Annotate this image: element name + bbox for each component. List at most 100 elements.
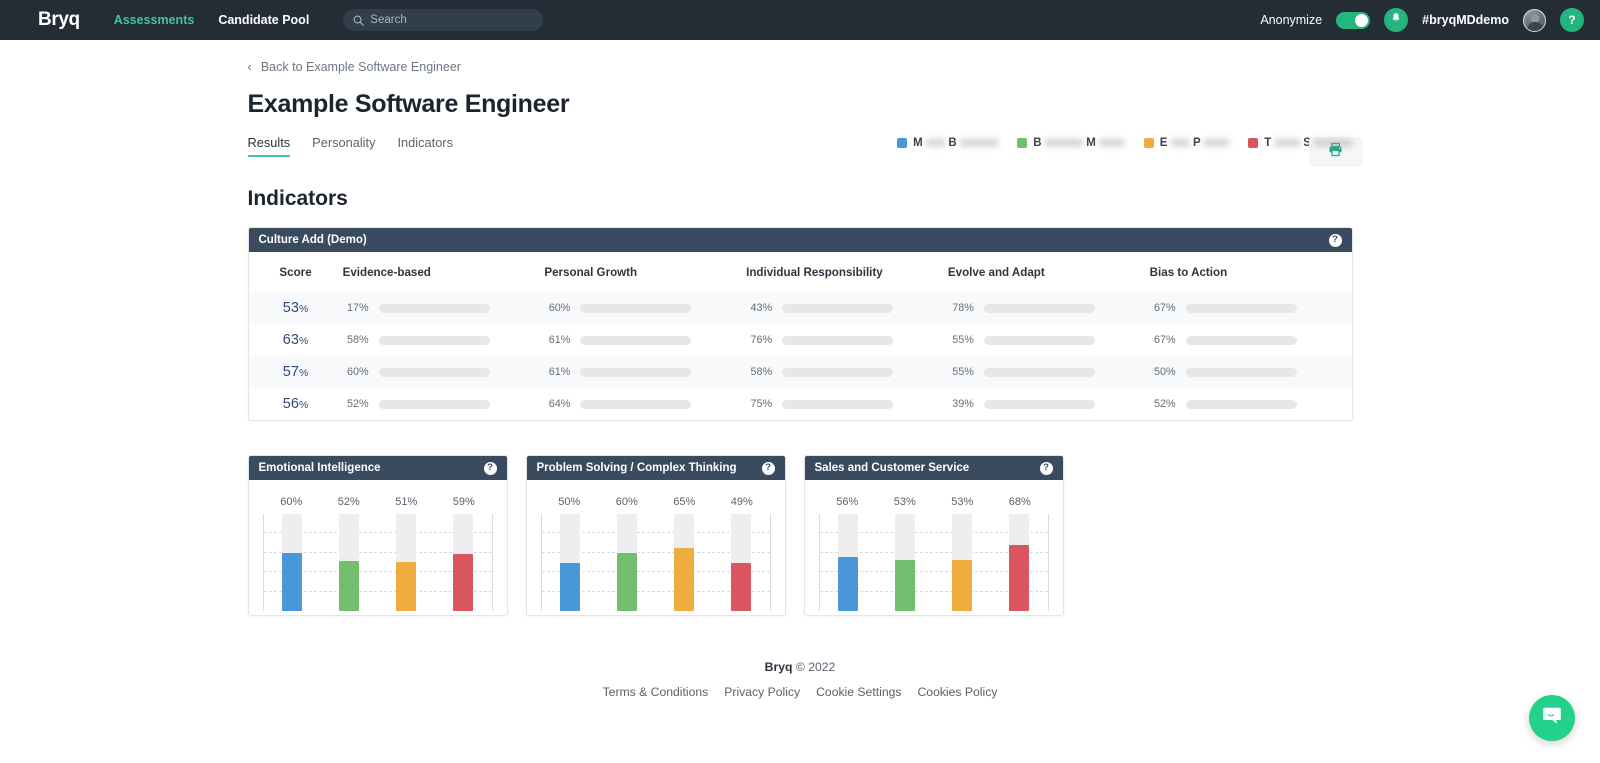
metric-cell: 58% (746, 356, 948, 388)
metric-value: 58% (746, 366, 772, 378)
question-mark-icon[interactable]: ? (484, 462, 497, 475)
tab-results[interactable]: Results (248, 135, 291, 157)
col-evolve-and-adapt: Evolve and Adapt (948, 252, 1150, 292)
metric-cell: 50% (1150, 356, 1352, 388)
progress-bar-track (379, 368, 490, 377)
bar-column (321, 514, 378, 611)
app-logo[interactable]: Bryq (38, 9, 80, 31)
metric: 78% (948, 302, 1150, 314)
metric-cell: 67% (1150, 324, 1352, 356)
question-mark-icon[interactable]: ? (762, 462, 775, 475)
metric-value: 17% (343, 302, 369, 314)
question-mark-icon[interactable]: ? (1329, 234, 1342, 247)
bar-value-label: 56% (819, 496, 877, 508)
top-navigation-bar: Bryq Assessments Candidate Pool Search A… (0, 0, 1600, 40)
metric-value: 55% (948, 334, 974, 346)
bar-plot-area (819, 514, 1049, 611)
search-icon (353, 15, 364, 26)
progress-bar-track (580, 336, 691, 345)
metric-value: 64% (544, 398, 570, 410)
footer-link-cookie-settings[interactable]: Cookie Settings (816, 685, 901, 699)
footer-link-cookies-policy[interactable]: Cookies Policy (917, 685, 997, 699)
nav-link-candidate-pool[interactable]: Candidate Pool (218, 13, 309, 27)
metric: 43% (746, 302, 948, 314)
footer-link-privacy[interactable]: Privacy Policy (724, 685, 800, 699)
metric-cell: 60% (544, 292, 746, 324)
metric-cell: 78% (948, 292, 1150, 324)
avatar[interactable] (1523, 9, 1546, 32)
culture-add-card-title: Culture Add (Demo) (259, 234, 367, 246)
legend-swatch (897, 138, 907, 148)
bar-value-label: 65% (656, 496, 714, 508)
score-cell: 53% (249, 292, 343, 324)
bar (674, 548, 694, 611)
tabs-and-legend-row: Results Personality Indicators M xxx B x… (248, 135, 1353, 157)
metric: 61% (544, 366, 746, 378)
metric-value: 55% (948, 366, 974, 378)
col-bias-to-action: Bias to Action (1150, 252, 1352, 292)
bar-column (264, 514, 321, 611)
progress-bar-track (379, 304, 490, 313)
bar-column (542, 514, 599, 611)
legend-item: T xxxx S xxxxxx (1248, 137, 1352, 149)
legend-swatch (1248, 138, 1258, 148)
chart-card-header: Problem Solving / Complex Thinking? (527, 456, 785, 480)
help-button[interactable]: ? (1560, 8, 1584, 32)
bar (396, 562, 416, 611)
chart-body: 60%52%51%59% (249, 480, 507, 615)
metric-value: 52% (1150, 398, 1176, 410)
page-footer: Bryq © 2022 Terms & Conditions Privacy P… (248, 660, 1353, 699)
chart-body: 56%53%53%68% (805, 480, 1063, 615)
bar-value-label: 49% (713, 496, 771, 508)
metric-cell: 55% (948, 356, 1150, 388)
progress-bar-track (984, 304, 1095, 313)
metric: 58% (343, 334, 545, 346)
search-placeholder: Search (370, 14, 406, 26)
progress-bar-track (379, 336, 490, 345)
progress-bar-track (782, 336, 893, 345)
bar-value-label: 51% (378, 496, 436, 508)
tab-personality[interactable]: Personality (312, 135, 375, 157)
progress-bar-track (1186, 368, 1297, 377)
metric-cell: 67% (1150, 292, 1352, 324)
progress-bar-track (1186, 336, 1297, 345)
question-mark-icon[interactable]: ? (1040, 462, 1053, 475)
search-input[interactable]: Search (343, 9, 543, 31)
chat-widget-button[interactable] (1529, 695, 1575, 741)
anonymize-toggle[interactable] (1336, 12, 1370, 29)
metric-cell: 75% (746, 388, 948, 420)
col-individual-responsibility: Individual Responsibility (746, 252, 948, 292)
bar (838, 557, 858, 611)
progress-bar-track (1186, 304, 1297, 313)
metric-cell: 60% (343, 356, 545, 388)
content-wrapper: ‹ Back to Example Software Engineer Exam… (248, 59, 1353, 699)
footer-brand: Bryq (765, 660, 793, 674)
bar-value-label: 52% (320, 496, 378, 508)
metric-cell: 61% (544, 324, 746, 356)
bar-value-label: 68% (991, 496, 1049, 508)
account-handle[interactable]: #bryqMDdemo (1422, 13, 1509, 27)
progress-bar-track (1186, 400, 1297, 409)
notifications-button[interactable] (1384, 8, 1408, 32)
breadcrumb[interactable]: ‹ Back to Example Software Engineer (248, 59, 1353, 74)
bar-labels: 50%60%65%49% (541, 496, 771, 508)
bar-column (713, 514, 770, 611)
metric-cell: 55% (948, 324, 1150, 356)
bar-column (435, 514, 492, 611)
metric: 50% (1150, 366, 1352, 378)
metric-value: 39% (948, 398, 974, 410)
nav-link-assessments[interactable]: Assessments (114, 13, 195, 27)
chart-card-title: Sales and Customer Service (815, 462, 970, 474)
tab-indicators[interactable]: Indicators (397, 135, 452, 157)
progress-bar-track (580, 400, 691, 409)
bar-plot-area (541, 514, 771, 611)
progress-bar-track (782, 304, 893, 313)
progress-bar-track (782, 400, 893, 409)
chart-card-header: Sales and Customer Service? (805, 456, 1063, 480)
metric: 60% (343, 366, 545, 378)
footer-link-terms[interactable]: Terms & Conditions (603, 685, 709, 699)
metric-value: 61% (544, 334, 570, 346)
progress-bar-track (580, 368, 691, 377)
chat-bubble-icon (1541, 705, 1563, 732)
metric: 17% (343, 302, 545, 314)
